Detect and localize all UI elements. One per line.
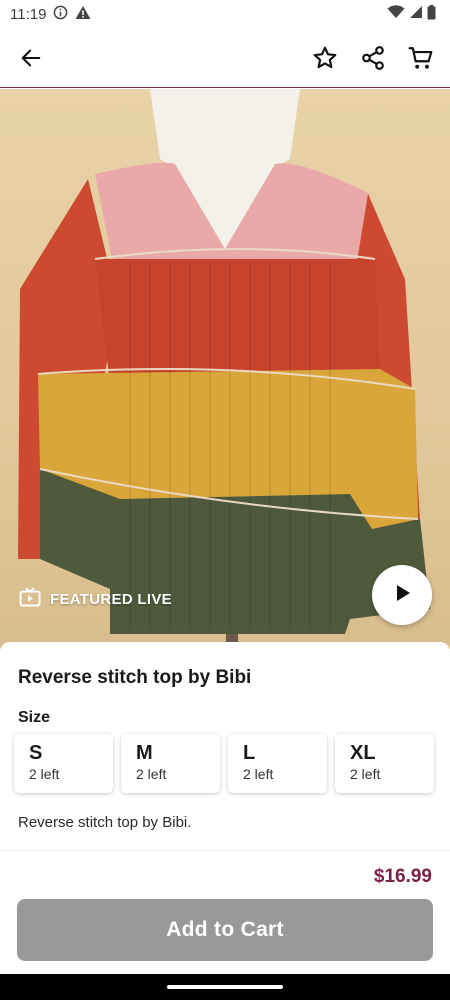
- size-option-l[interactable]: L 2 left: [228, 734, 327, 793]
- warning-icon: [75, 5, 91, 24]
- status-right: [387, 4, 436, 24]
- star-icon[interactable]: [310, 43, 340, 73]
- size-name: L: [243, 742, 256, 764]
- add-to-cart-button[interactable]: Add to Cart: [17, 899, 433, 961]
- wifi-icon: [387, 5, 405, 23]
- signal-icon: [409, 5, 423, 23]
- size-stock: 2 left: [29, 766, 60, 782]
- size-options: S 2 left M 2 left L 2 left XL 2 left: [14, 734, 434, 793]
- info-icon: [53, 5, 68, 24]
- product-image[interactable]: [0, 89, 450, 649]
- product-description: Reverse stitch top by Bibi.: [18, 814, 192, 831]
- divider: [0, 850, 450, 851]
- size-name: M: [136, 742, 153, 764]
- size-label: Size: [18, 709, 51, 726]
- app-bar-actions: [310, 43, 436, 73]
- home-handle[interactable]: [167, 985, 283, 989]
- featured-live-badge: FEATURED LIVE: [19, 587, 172, 611]
- tv-icon: [19, 587, 41, 611]
- size-option-s[interactable]: S 2 left: [14, 734, 113, 793]
- app-bar: [0, 28, 450, 88]
- product-price: $16.99: [373, 866, 432, 887]
- play-button[interactable]: [372, 565, 432, 625]
- system-nav-bar: [0, 974, 450, 1000]
- status-left: 11:19: [10, 5, 91, 24]
- status-time: 11:19: [10, 5, 47, 23]
- size-option-xl[interactable]: XL 2 left: [335, 734, 434, 793]
- share-icon[interactable]: [358, 43, 388, 73]
- size-stock: 2 left: [350, 766, 381, 782]
- product-photo: [18, 89, 430, 649]
- size-name: XL: [350, 742, 376, 764]
- product-title: Reverse stitch top by Bibi: [18, 667, 252, 688]
- featured-live-label: FEATURED LIVE: [50, 590, 172, 608]
- size-name: S: [29, 742, 43, 764]
- cart-icon[interactable]: [406, 43, 436, 73]
- size-option-m[interactable]: M 2 left: [121, 734, 220, 793]
- play-icon: [391, 582, 413, 609]
- status-bar: 11:19: [0, 0, 450, 28]
- product-details-sheet: Reverse stitch top by Bibi Size S 2 left…: [0, 642, 450, 1000]
- size-stock: 2 left: [243, 766, 274, 782]
- back-arrow-icon[interactable]: [16, 43, 46, 73]
- battery-icon: [427, 4, 436, 24]
- size-stock: 2 left: [136, 766, 167, 782]
